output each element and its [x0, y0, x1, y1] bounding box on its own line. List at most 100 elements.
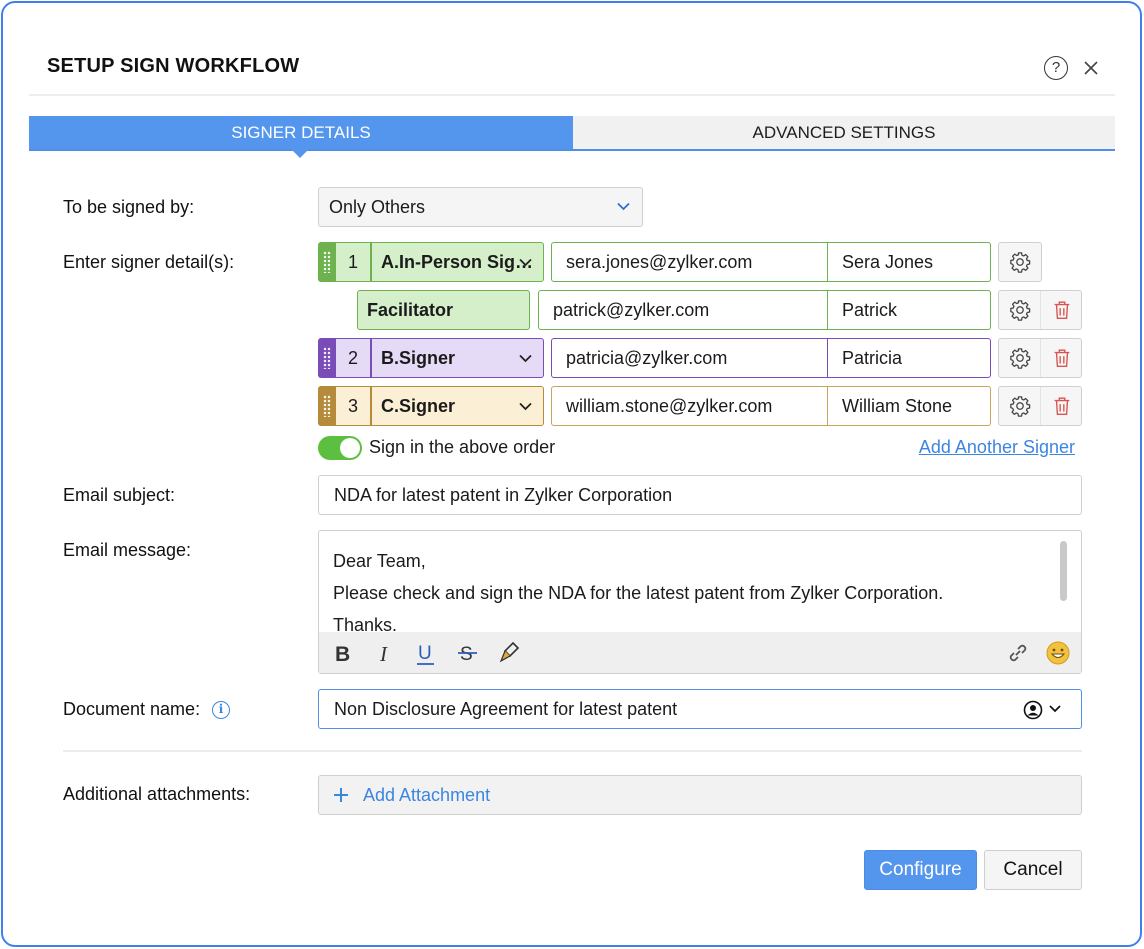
email-subject-input[interactable]: NDA for latest patent in Zylker Corporat…	[318, 475, 1082, 515]
email-subject-label: Email subject:	[63, 485, 176, 505]
signer-details-label: Enter signer detail(s):	[63, 252, 235, 272]
emoji-icon[interactable]	[1045, 640, 1071, 666]
rich-text-toolbar: B I U S	[319, 632, 1081, 673]
signed-by-label: To be signed by:	[63, 197, 195, 217]
email-message-body[interactable]: Dear Team, Please check and sign the NDA…	[333, 545, 943, 641]
signer-row-2: 2 B.Signer	[318, 338, 544, 378]
gear-icon	[1010, 348, 1031, 369]
signer-email-input[interactable]: sera.jones@zylker.com	[552, 243, 828, 281]
dialog-title: SETUP SIGN WORKFLOW	[47, 55, 300, 77]
drag-handle-icon[interactable]	[318, 386, 336, 426]
info-icon[interactable]: i	[212, 701, 230, 719]
trash-icon	[1054, 349, 1070, 367]
tab-advanced-settings[interactable]: ADVANCED SETTINGS	[573, 116, 1115, 149]
underline-icon[interactable]: U	[413, 640, 439, 666]
facilitator-contact: patrick@zylker.com Patrick	[538, 290, 991, 330]
signer-role: C.Signer	[381, 396, 456, 416]
signer-contact-3: william.stone@zylker.com William Stone	[551, 386, 991, 426]
email-message-editor[interactable]: Dear Team, Please check and sign the NDA…	[318, 530, 1082, 674]
strikethrough-icon[interactable]: S	[455, 640, 481, 666]
user-avatar-icon[interactable]	[1023, 700, 1043, 720]
signed-by-value: Only Others	[329, 197, 426, 217]
message-scrollbar[interactable]	[1060, 541, 1067, 601]
signer-actions-1	[998, 242, 1042, 282]
signer-role-select[interactable]: C.Signer	[371, 386, 544, 426]
delete-button[interactable]	[1040, 291, 1081, 329]
signer-actions-facilitator	[998, 290, 1082, 330]
close-icon[interactable]	[1083, 60, 1099, 76]
svg-text:B: B	[335, 643, 350, 666]
chevron-down-icon	[1049, 705, 1061, 713]
settings-button[interactable]	[999, 339, 1040, 377]
signer-role: B.Signer	[381, 348, 456, 368]
add-another-signer-link[interactable]: Add Another Signer	[919, 437, 1075, 458]
svg-text:S: S	[460, 644, 473, 665]
signer-actions-2	[998, 338, 1082, 378]
setup-sign-workflow-dialog: SETUP SIGN WORKFLOW ? SIGNER DETAILS ADV…	[1, 1, 1142, 947]
bold-icon[interactable]: B	[331, 640, 357, 666]
facilitator-role: Facilitator	[357, 290, 530, 330]
cancel-button[interactable]: Cancel	[984, 850, 1082, 890]
signer-name-input[interactable]: Sera Jones	[828, 243, 990, 281]
chevron-down-icon	[519, 354, 532, 363]
delete-button[interactable]	[1040, 339, 1081, 377]
facilitator-email-input[interactable]: patrick@zylker.com	[539, 291, 828, 329]
configure-button[interactable]: Configure	[864, 850, 977, 890]
attachments-label: Additional attachments:	[63, 784, 251, 804]
signer-order: 3	[336, 386, 371, 426]
trash-icon	[1054, 301, 1070, 319]
italic-icon[interactable]: I	[373, 640, 399, 666]
chevron-down-icon	[617, 202, 630, 211]
link-icon[interactable]	[1005, 640, 1031, 666]
message-line: Please check and sign the NDA for the la…	[333, 583, 944, 603]
help-icon[interactable]: ?	[1044, 56, 1068, 80]
svg-text:U: U	[418, 643, 432, 664]
signer-name-input[interactable]: William Stone	[828, 387, 990, 425]
delete-button[interactable]	[1040, 387, 1081, 425]
trash-icon	[1054, 397, 1070, 415]
format-painter-icon[interactable]	[497, 640, 523, 666]
chevron-down-icon	[519, 402, 532, 411]
sign-order-label: Sign in the above order	[369, 437, 556, 457]
signer-contact-1: sera.jones@zylker.com Sera Jones	[551, 242, 991, 282]
add-attachment-label: Add Attachment	[363, 785, 491, 805]
facilitator-name-input[interactable]: Patrick	[828, 291, 990, 329]
active-tab-caret	[291, 149, 309, 158]
sign-order-toggle[interactable]	[318, 436, 362, 460]
chevron-down-icon	[519, 258, 532, 267]
gear-icon	[1010, 252, 1031, 273]
signed-by-select[interactable]: Only Others	[318, 187, 643, 227]
settings-button[interactable]	[999, 291, 1040, 329]
document-name-value: Non Disclosure Agreement for latest pate…	[334, 699, 678, 719]
gear-icon	[1010, 396, 1031, 417]
drag-handle-icon[interactable]	[318, 338, 336, 378]
signer-email-input[interactable]: william.stone@zylker.com	[552, 387, 828, 425]
settings-button[interactable]	[999, 243, 1041, 281]
section-divider	[63, 750, 1082, 752]
gear-icon	[1010, 300, 1031, 321]
tab-signer-details[interactable]: SIGNER DETAILS	[29, 116, 573, 149]
signer-role: A.In-Person Sig…	[381, 252, 534, 272]
plus-icon	[334, 788, 348, 802]
header-divider	[29, 94, 1115, 96]
drag-handle-icon[interactable]	[318, 242, 336, 282]
signer-row-1: 1 A.In-Person Sig…	[318, 242, 544, 282]
settings-button[interactable]	[999, 387, 1040, 425]
signer-email-input[interactable]: patricia@zylker.com	[552, 339, 828, 377]
signer-role-select[interactable]: B.Signer	[371, 338, 544, 378]
signer-actions-3	[998, 386, 1082, 426]
facilitator-label: Facilitator	[367, 300, 454, 320]
document-name-input[interactable]: Non Disclosure Agreement for latest pate…	[318, 689, 1082, 729]
signer-name-input[interactable]: Patricia	[828, 339, 990, 377]
document-name-label: Document name:	[63, 699, 201, 719]
signer-row-3: 3 C.Signer	[318, 386, 544, 426]
signer-role-select[interactable]: A.In-Person Sig…	[371, 242, 544, 282]
signer-order: 1	[336, 242, 371, 282]
message-line: Dear Team,	[333, 551, 426, 571]
svg-text:I: I	[379, 642, 388, 666]
signer-contact-2: patricia@zylker.com Patricia	[551, 338, 991, 378]
signer-order: 2	[336, 338, 371, 378]
tab-bar: SIGNER DETAILS ADVANCED SETTINGS	[29, 116, 1115, 158]
add-attachment-button[interactable]: Add Attachment	[318, 775, 1082, 815]
email-message-label: Email message:	[63, 540, 192, 560]
